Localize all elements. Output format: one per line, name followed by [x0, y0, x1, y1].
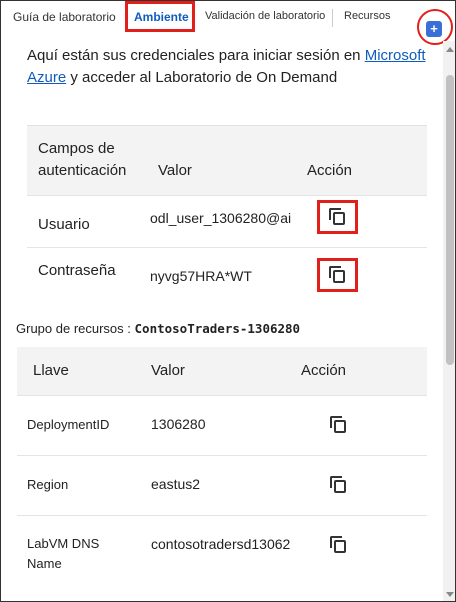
plus-icon[interactable]: + — [426, 21, 442, 37]
intro-text: Aquí están sus credenciales para iniciar… — [27, 47, 426, 86]
table-row: LabVM DNS Name contosotradersd13062 — [17, 515, 427, 585]
header-campos: Campos de autenticación — [38, 140, 127, 179]
environment-content: Aquí están sus credenciales para iniciar… — [1, 41, 443, 601]
table-header: Campos de autenticación Valor Acción — [27, 125, 427, 195]
tab-highlight-box — [125, 1, 195, 32]
password-value: nyvg57HRA*WT — [150, 268, 252, 284]
copy-icon[interactable] — [330, 416, 348, 434]
table-row: Usuario odl_user_1306280@ai — [27, 195, 427, 247]
table-header: Llave Valor Acción — [17, 347, 427, 395]
table-row: Contraseña nyvg57HRA*WT — [27, 247, 427, 297]
header-valor: Valor — [158, 162, 192, 179]
table-row: Region eastus2 — [17, 455, 427, 515]
microsoft-link[interactable]: Microsoft — [365, 47, 426, 64]
scroll-thumb[interactable] — [446, 75, 454, 365]
credentials-table: Campos de autenticación Valor Acción Usu… — [27, 125, 427, 297]
field-label: Contraseña — [38, 262, 116, 279]
header-accion: Acción — [301, 362, 347, 379]
table-row: DeploymentID 1306280 — [17, 395, 427, 455]
copy-icon[interactable] — [329, 266, 347, 284]
resource-group-value: ContosoTraders-1306280 — [134, 321, 301, 336]
dns-name-value: contosotradersd13062 — [151, 536, 291, 552]
key-label: DeploymentID — [27, 417, 110, 432]
tab-validacion[interactable]: Validación de laboratorio — [205, 10, 325, 22]
tab-guia[interactable]: Guía de laboratorio — [13, 10, 116, 24]
scroll-up-arrow-icon[interactable] — [446, 47, 454, 52]
lab-panel: Guía de laboratorio Ambiente Validación … — [0, 0, 456, 602]
scroll-down-arrow-icon[interactable] — [446, 592, 454, 597]
tab-bar: Guía de laboratorio Ambiente Validación … — [1, 1, 455, 45]
header-accion: Acción — [307, 162, 353, 179]
copy-icon[interactable] — [330, 536, 348, 554]
header-llave: Llave — [33, 362, 69, 379]
resources-table: Llave Valor Acción DeploymentID 1306280 … — [17, 347, 427, 585]
field-label: Usuario — [38, 216, 90, 233]
tab-separator — [332, 9, 333, 27]
tab-recursos[interactable]: Recursos — [344, 10, 390, 22]
vertical-scrollbar[interactable] — [443, 41, 455, 601]
deployment-id-value: 1306280 — [151, 416, 206, 432]
copy-icon[interactable] — [329, 208, 347, 226]
key-label: Region — [27, 477, 69, 492]
username-value: odl_user_1306280@ai — [150, 210, 292, 226]
key-label: LabVM DNS Name — [27, 536, 100, 571]
header-valor: Valor — [151, 362, 185, 379]
azure-link[interactable]: Azure — [27, 69, 66, 86]
copy-icon[interactable] — [330, 476, 348, 494]
resource-group-label: Grupo de recursos : ContosoTraders-13062… — [16, 321, 301, 336]
region-value: eastus2 — [151, 476, 201, 492]
